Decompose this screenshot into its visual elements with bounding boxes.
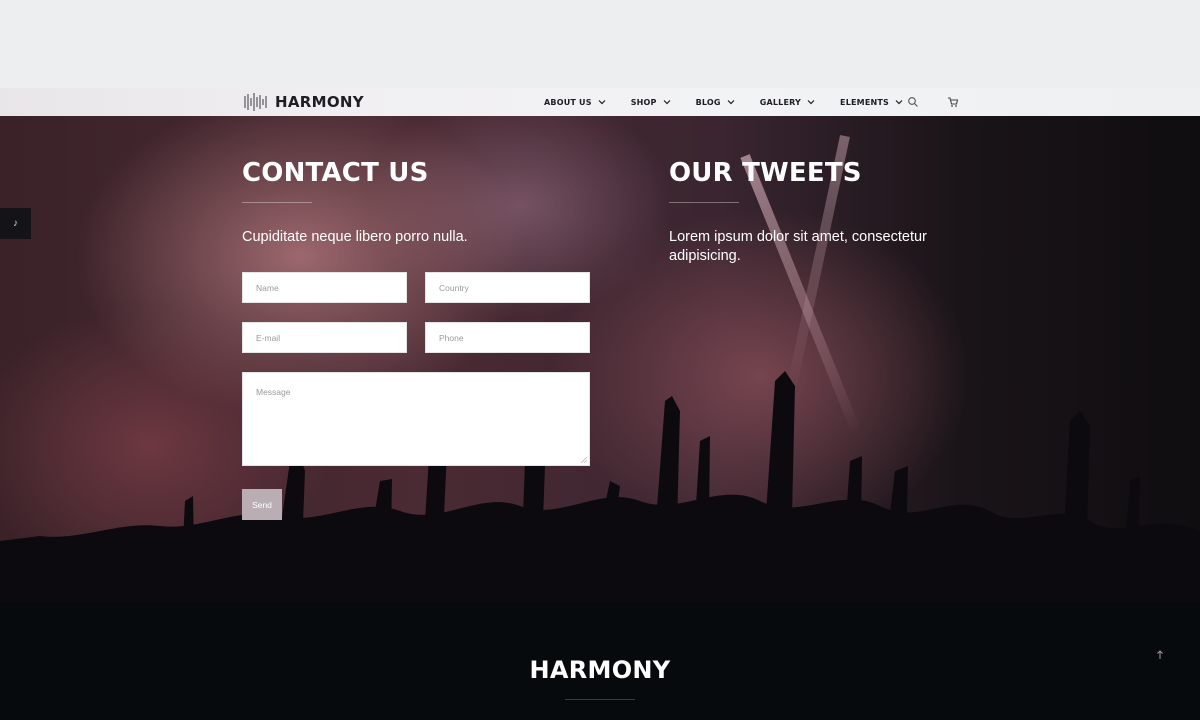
site-logo[interactable]: HARMONY <box>243 88 364 116</box>
nav-item-gallery[interactable]: GALLERY <box>760 98 815 107</box>
message-field[interactable]: Message <box>242 372 590 466</box>
contact-hero-background <box>0 116 1200 601</box>
send-button[interactable]: Send <box>242 489 282 520</box>
email-placeholder: E-mail <box>256 332 281 343</box>
tweets-title-rule <box>669 202 739 203</box>
chevron-down-icon <box>598 100 606 105</box>
name-field[interactable]: Name <box>242 272 407 303</box>
cart-icon[interactable] <box>947 96 959 108</box>
chevron-down-icon <box>727 100 735 105</box>
main-navbar: HARMONY ABOUT US SHOP BLOG GALLERY ELEME… <box>0 88 1200 116</box>
nav-item-label: ELEMENTS <box>840 97 889 107</box>
contact-title: CONTACT US <box>242 158 429 188</box>
music-player-toggle[interactable]: ♪ <box>0 208 31 239</box>
arrow-up-icon[interactable] <box>1153 648 1167 662</box>
tweet-text: Lorem ipsum dolor sit amet, consectetur … <box>669 229 927 264</box>
footer-rule <box>565 699 635 700</box>
nav-item-label: ABOUT US <box>544 97 592 107</box>
name-placeholder: Name <box>256 282 279 293</box>
logo-text: HARMONY <box>275 93 364 111</box>
crowd-silhouette <box>0 371 1200 601</box>
nav-item-elements[interactable]: ELEMENTS <box>840 98 903 107</box>
nav-item-shop[interactable]: SHOP <box>631 98 671 107</box>
nav-item-about-us[interactable]: ABOUT US <box>544 98 606 107</box>
email-field[interactable]: E-mail <box>242 322 407 353</box>
resize-grip-icon[interactable] <box>581 457 587 463</box>
nav-item-blog[interactable]: BLOG <box>696 98 735 107</box>
chevron-down-icon <box>895 100 903 105</box>
chevron-down-icon <box>663 100 671 105</box>
tweets-title: OUR TWEETS <box>669 158 862 188</box>
main-menu: ABOUT US SHOP BLOG GALLERY ELEMENTS <box>544 88 903 116</box>
footer-logo[interactable]: HARMONY <box>0 656 1200 684</box>
nav-item-label: SHOP <box>630 97 657 107</box>
nav-item-label: BLOG <box>695 97 721 107</box>
message-placeholder: Message <box>256 387 291 397</box>
music-note-icon: ♪ <box>13 218 18 229</box>
contact-lead: Cupiditate neque libero porro nulla. <box>242 229 468 245</box>
top-band <box>0 0 1200 88</box>
phone-field[interactable]: Phone <box>425 322 590 353</box>
country-field[interactable]: Country <box>425 272 590 303</box>
nav-item-label: GALLERY <box>759 97 802 107</box>
contact-title-rule <box>242 202 312 203</box>
country-placeholder: Country <box>439 282 469 293</box>
waveform-logo-icon <box>244 93 267 111</box>
phone-placeholder: Phone <box>439 332 464 343</box>
search-icon[interactable] <box>907 96 919 108</box>
chevron-down-icon <box>807 100 815 105</box>
